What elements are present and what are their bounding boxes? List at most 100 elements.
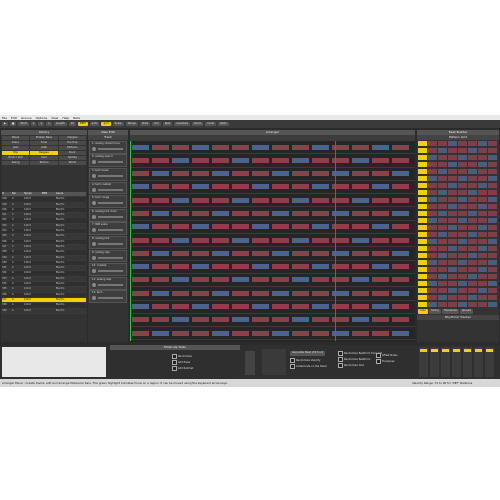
- molecule-block[interactable]: [372, 184, 389, 190]
- molecule-block[interactable]: [132, 224, 149, 230]
- pattern-cell[interactable]: [458, 260, 467, 265]
- pattern-cell[interactable]: [478, 176, 487, 181]
- molecule-block[interactable]: [292, 250, 309, 256]
- pattern-cell[interactable]: [418, 183, 427, 188]
- scale-button[interactable]: Scale: [112, 121, 124, 127]
- oct-button[interactable]: Oct: [152, 121, 161, 127]
- pattern-cell[interactable]: [438, 302, 447, 307]
- arranger-lane[interactable]: [130, 327, 415, 341]
- pattern-cell[interactable]: [458, 281, 467, 286]
- pattern-cell[interactable]: [448, 162, 457, 167]
- pattern-cell[interactable]: [488, 162, 497, 167]
- pattern-cell[interactable]: [478, 190, 487, 195]
- pattern-cell[interactable]: [428, 302, 437, 307]
- track-volume-slider[interactable]: [98, 147, 123, 150]
- track-row[interactable]: 6: analog kick drum: [89, 208, 127, 222]
- pattern-cell[interactable]: [468, 246, 477, 251]
- pattern-cell[interactable]: [478, 183, 487, 188]
- pattern-cell[interactable]: [478, 225, 487, 230]
- molecule-block[interactable]: [292, 290, 309, 296]
- molecule-block[interactable]: [212, 264, 229, 270]
- molecule-block[interactable]: [272, 304, 289, 310]
- pattern-cell[interactable]: [438, 295, 447, 300]
- mixer-strip[interactable]: [430, 347, 439, 377]
- molecule-block[interactable]: [392, 304, 409, 310]
- molecule-block[interactable]: [372, 317, 389, 323]
- pattern-cell[interactable]: [428, 190, 437, 195]
- rest-button[interactable]: Rest: [162, 121, 173, 127]
- molecule-block[interactable]: [152, 184, 169, 190]
- molecule-block[interactable]: [272, 171, 289, 177]
- arranger-lane[interactable]: [130, 168, 415, 181]
- molecule-block[interactable]: [152, 157, 169, 163]
- pattern-cell[interactable]: [448, 204, 457, 209]
- molecule-block[interactable]: [352, 317, 369, 323]
- molecule-block[interactable]: [292, 237, 309, 243]
- column-header[interactable]: Bar: [12, 192, 24, 196]
- pattern-cell[interactable]: [438, 197, 447, 202]
- molecule-block[interactable]: [352, 197, 369, 203]
- molecule-block[interactable]: [392, 171, 409, 177]
- molecule-block[interactable]: [152, 330, 169, 336]
- pattern-cell[interactable]: [458, 148, 467, 153]
- molecule-block[interactable]: [372, 224, 389, 230]
- pattern-cell[interactable]: [488, 155, 497, 160]
- genre-tag[interactable]: Rock: [58, 151, 86, 155]
- molecule-block[interactable]: [392, 250, 409, 256]
- arranger-lane[interactable]: [130, 247, 415, 261]
- molecule-block[interactable]: [292, 277, 309, 283]
- table-row[interactable]: 339 4 120.0 Electro: [2, 308, 86, 314]
- molecule-block[interactable]: [312, 330, 329, 336]
- pattern-cell[interactable]: [478, 246, 487, 251]
- molecule-block[interactable]: [372, 171, 389, 177]
- arranger-lane[interactable]: [130, 154, 415, 168]
- molecule-block[interactable]: [312, 210, 329, 216]
- pattern-cell[interactable]: [468, 281, 477, 286]
- pattern-cell[interactable]: [418, 155, 427, 160]
- pattern-cell[interactable]: [438, 253, 447, 258]
- molecule-block[interactable]: [232, 197, 249, 203]
- molecule-block[interactable]: [252, 210, 269, 216]
- checkbox-offset-notes[interactable]: Offset Notes: [376, 353, 398, 358]
- molecule-block[interactable]: [372, 264, 389, 270]
- molecule-block[interactable]: [212, 330, 229, 336]
- molecule-block[interactable]: [392, 290, 409, 296]
- pattern-cell[interactable]: [458, 239, 467, 244]
- arranger-lane[interactable]: [130, 207, 415, 221]
- pattern-cell[interactable]: [488, 267, 497, 272]
- molecule-block[interactable]: [292, 224, 309, 230]
- molecule-block[interactable]: [352, 277, 369, 283]
- pattern-cell[interactable]: [438, 239, 447, 244]
- mixer-mute-button[interactable]: [464, 349, 471, 352]
- molecule-block[interactable]: [252, 224, 269, 230]
- molecule-block[interactable]: [372, 157, 389, 163]
- end-marker[interactable]: [335, 141, 336, 341]
- column-header[interactable]: #: [2, 192, 12, 196]
- pattern-cell[interactable]: [468, 302, 477, 307]
- grid-button[interactable]: grid: [101, 121, 111, 127]
- menu-file[interactable]: File: [2, 116, 7, 120]
- molecule-block[interactable]: [272, 264, 289, 270]
- rhythmic-tracker-mixer[interactable]: [417, 345, 499, 379]
- pattern-cell[interactable]: [418, 302, 427, 307]
- molecule-block[interactable]: [252, 171, 269, 177]
- pattern-cell[interactable]: [458, 288, 467, 293]
- pattern-cell[interactable]: [468, 232, 477, 237]
- molecule-block[interactable]: [172, 317, 189, 323]
- genre-tag[interactable]: Blues: [2, 136, 30, 140]
- molecule-block[interactable]: [312, 290, 329, 296]
- playhead[interactable]: [130, 141, 131, 341]
- pattern-cell[interactable]: [428, 281, 437, 286]
- track-volume-slider[interactable]: [98, 256, 123, 259]
- molecule-block[interactable]: [192, 157, 209, 163]
- pattern-cell[interactable]: [478, 295, 487, 300]
- pattern-cell[interactable]: [448, 260, 457, 265]
- molecule-block[interactable]: [312, 277, 329, 283]
- pattern-cell[interactable]: [448, 253, 457, 258]
- molecule-block[interactable]: [232, 144, 249, 150]
- track-pan-knob[interactable]: [92, 160, 96, 165]
- track-row[interactable]: 5: tech conga: [89, 195, 127, 208]
- molecule-block[interactable]: [252, 250, 269, 256]
- molecule-block[interactable]: [232, 171, 249, 177]
- molecule-block[interactable]: [392, 330, 409, 336]
